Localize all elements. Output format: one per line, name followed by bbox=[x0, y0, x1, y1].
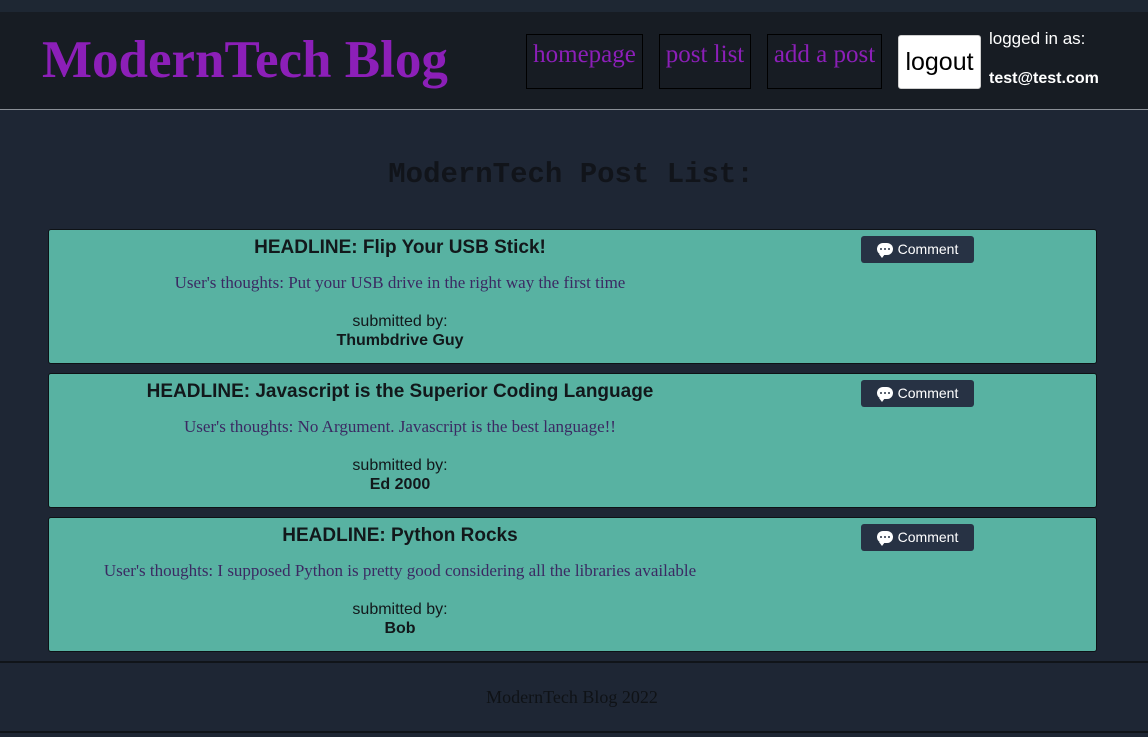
speech-bubble-icon bbox=[876, 387, 893, 402]
comment-button[interactable]: Comment bbox=[861, 524, 974, 551]
footer-text: ModernTech Blog 2022 bbox=[486, 687, 658, 707]
logged-in-email: test@test.com bbox=[989, 70, 1099, 87]
speech-bubble-icon bbox=[876, 243, 893, 258]
post-author: Thumbdrive Guy bbox=[336, 332, 464, 349]
post-author: Ed 2000 bbox=[369, 476, 431, 493]
post-author: Bob bbox=[384, 620, 416, 637]
submitted-by-label: submitted by: bbox=[352, 457, 448, 474]
post-headline: HEADLINE: Python Rocks bbox=[282, 525, 518, 546]
site-footer: ModernTech Blog 2022 bbox=[0, 661, 1148, 733]
post-headline: HEADLINE: Javascript is the Superior Cod… bbox=[146, 381, 654, 402]
nav-post-list-link[interactable]: post list bbox=[659, 34, 751, 89]
page-heading: ModernTech Post List: bbox=[388, 158, 754, 191]
post-thoughts: User's thoughts: I supposed Python is pr… bbox=[103, 561, 697, 580]
comment-button[interactable]: Comment bbox=[861, 236, 974, 263]
site-title[interactable]: ModernTech Blog bbox=[42, 30, 448, 91]
logout-button[interactable]: logout bbox=[898, 35, 981, 89]
post-card: HEADLINE: Javascript is the Superior Cod… bbox=[48, 373, 1097, 508]
post-headline: HEADLINE: Flip Your USB Stick! bbox=[254, 237, 546, 258]
nav-homepage-link[interactable]: homepage bbox=[526, 34, 643, 89]
logged-in-label: logged in as: bbox=[989, 29, 1086, 48]
nav-add-post-link[interactable]: add a post bbox=[767, 34, 882, 89]
comment-button[interactable]: Comment bbox=[861, 380, 974, 407]
submitted-by-label: submitted by: bbox=[352, 601, 448, 618]
speech-bubble-icon bbox=[876, 531, 893, 546]
submitted-by-label: submitted by: bbox=[352, 313, 448, 330]
post-card: HEADLINE: Python Rocks User's thoughts: … bbox=[48, 517, 1097, 652]
post-card: HEADLINE: Flip Your USB Stick! User's th… bbox=[48, 229, 1097, 364]
comment-button-label: Comment bbox=[897, 385, 959, 401]
comment-button-label: Comment bbox=[897, 241, 959, 257]
site-header: ModernTech Blog homepage post list add a… bbox=[0, 0, 1148, 110]
comment-button-label: Comment bbox=[897, 529, 959, 545]
post-thoughts: User's thoughts: Put your USB drive in t… bbox=[174, 273, 626, 292]
post-thoughts: User's thoughts: No Argument. Javascript… bbox=[184, 417, 616, 436]
